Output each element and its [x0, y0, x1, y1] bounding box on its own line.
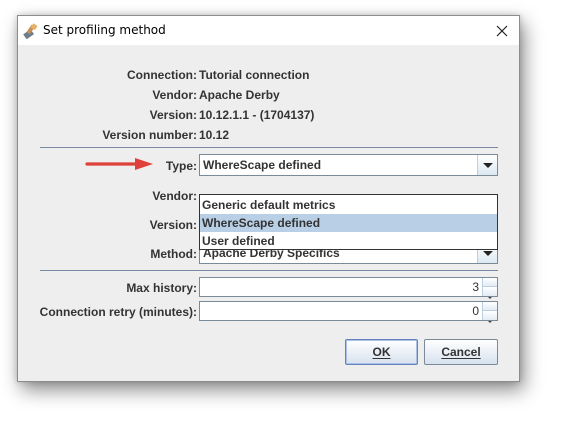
window-title: Set profiling method	[43, 23, 166, 37]
close-button[interactable]	[485, 16, 519, 45]
type-combo[interactable]: WhereScape defined	[199, 154, 498, 176]
screen: Set profiling method Connection: Tutoria…	[0, 0, 569, 431]
vendor-info-label: Vendor:	[152, 88, 197, 102]
cancel-button[interactable]: Cancel	[424, 339, 498, 365]
type-dropdown-list: Generic default metrics WhereScape defin…	[199, 194, 498, 250]
type-combo-value: WhereScape defined	[203, 158, 322, 172]
separator	[40, 270, 498, 271]
dropdown-option-user[interactable]: User defined	[200, 232, 497, 250]
version-info-value: 10.12.1.1 - (1704137)	[199, 108, 315, 122]
version-info-label: Version:	[149, 108, 197, 122]
vendor-select-label: Vendor:	[152, 189, 197, 203]
ok-button-label: OK	[372, 345, 391, 359]
spin-down-button[interactable]	[483, 287, 497, 299]
connection-label: Connection:	[127, 68, 197, 82]
max-history-label: Max history:	[126, 281, 197, 295]
connection-retry-spinner[interactable]: 0	[199, 301, 498, 323]
close-icon	[496, 25, 508, 37]
spin-up-button[interactable]	[483, 302, 497, 314]
chevron-down-icon	[483, 163, 493, 168]
dropdown-option-generic[interactable]: Generic default metrics	[200, 196, 497, 214]
annotation-arrow	[85, 158, 153, 170]
type-label: Type:	[165, 159, 197, 173]
dialog-window: Set profiling method Connection: Tutoria…	[17, 15, 520, 382]
vendor-info-value: Apache Derby	[199, 88, 280, 102]
version-number-label: Version number:	[102, 128, 197, 142]
separator	[40, 147, 498, 148]
connection-value: Tutorial connection	[199, 68, 310, 82]
method-label: Method:	[150, 247, 197, 261]
ok-button[interactable]: OK	[345, 339, 418, 365]
dropdown-option-wherescape[interactable]: WhereScape defined	[200, 214, 497, 232]
type-combo-button[interactable]	[477, 155, 497, 175]
version-number-value: 10.12	[199, 128, 230, 142]
max-history-stepper	[482, 278, 497, 299]
connection-retry-stepper	[482, 302, 497, 323]
spin-up-button[interactable]	[483, 278, 497, 290]
max-history-spinner[interactable]: 3	[199, 277, 498, 299]
connection-retry-label: Connection retry (minutes):	[39, 305, 197, 319]
max-history-value: 3	[472, 280, 479, 294]
dialog-content: Connection: Tutorial connection Vendor: …	[18, 45, 519, 381]
chevron-down-icon	[488, 321, 492, 323]
connection-retry-value: 0	[472, 304, 479, 318]
app-icon	[23, 23, 38, 39]
version-select-label: Version:	[149, 218, 197, 232]
cancel-button-label: Cancel	[441, 345, 481, 359]
title-bar[interactable]: Set profiling method	[18, 16, 519, 45]
spin-down-button[interactable]	[483, 311, 497, 323]
